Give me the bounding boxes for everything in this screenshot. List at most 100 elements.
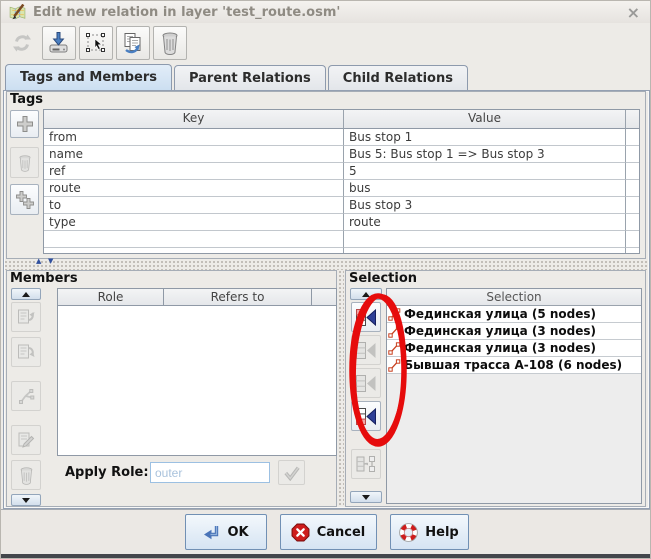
refresh-button[interactable] [5, 26, 39, 60]
paste-tags-icon [15, 190, 35, 210]
selection-scroll-down-button[interactable] [350, 491, 382, 503]
move-member-up-button[interactable] [11, 302, 41, 332]
tag-value[interactable]: Bus stop 3 [344, 197, 626, 214]
apply-role-confirm-button[interactable] [278, 460, 305, 485]
tag-row: routebus [44, 180, 639, 197]
members-scroll-up-button[interactable] [11, 288, 41, 300]
selection-list-item[interactable]: Фединская улица (5 nodes) [387, 306, 641, 323]
tag-value[interactable]: bus [344, 180, 626, 197]
tag-key[interactable]: to [44, 197, 344, 214]
add-selected-before-button[interactable] [351, 335, 381, 365]
help-button[interactable]: Help [390, 514, 469, 550]
close-icon[interactable]: × [623, 3, 644, 22]
tab-bar: Tags and Members Parent Relations Child … [5, 64, 470, 90]
tag-value-empty[interactable] [344, 248, 626, 254]
paste-tags-button[interactable] [10, 184, 39, 215]
remove-member-button[interactable] [11, 460, 41, 490]
horizontal-splitter[interactable]: ▲ ▼ [4, 260, 649, 270]
tab-label: Child Relations [343, 71, 453, 86]
members-table: Role Refers to [57, 288, 337, 456]
dialog-toolbar [1, 23, 651, 63]
refresh-icon [11, 32, 33, 54]
selection-list-item[interactable]: Фединская улица (3 nodes) [387, 323, 641, 340]
selection-list-item[interactable]: Фединская улица (3 nodes) [387, 340, 641, 357]
titlebar: Edit new relation in layer 'test_route.o… [1, 1, 651, 23]
edit-member-icon [16, 430, 36, 450]
add-tag-button[interactable] [10, 110, 39, 138]
footer-button-bar: OK Cancel Help [1, 509, 651, 554]
add-selected-after-button[interactable] [351, 368, 381, 398]
way-icon [388, 308, 401, 321]
link-member-icon [16, 386, 36, 406]
refers-to-column-header: Refers to [163, 288, 311, 306]
select-members-in-map-button[interactable] [79, 26, 113, 60]
tag-value[interactable]: 5 [344, 163, 626, 180]
apply-role-label: Apply Role: [65, 465, 149, 480]
tag-key-empty[interactable] [44, 248, 344, 254]
josm-logo-icon [9, 4, 26, 21]
add-selected-at-start-button[interactable] [351, 302, 381, 332]
tag-key[interactable]: type [44, 214, 344, 231]
check-icon [283, 465, 301, 481]
tag-key[interactable]: from [44, 129, 344, 146]
add-selected-at-end-button[interactable] [351, 401, 381, 431]
scroll-down-icon [22, 498, 30, 503]
add-tag-icon [16, 115, 34, 133]
cancel-button-label: Cancel [317, 525, 366, 540]
scroll-down-icon [362, 495, 370, 500]
selection-list-item[interactable]: Бывшая трасса А-108 (6 nodes) [387, 357, 641, 374]
selection-panel-title: Selection [349, 271, 417, 286]
return-arrow-icon [202, 524, 220, 541]
tag-value[interactable]: Bus stop 1 [344, 129, 626, 146]
tag-key-empty[interactable] [44, 231, 344, 248]
splitter-collapse-up-icon[interactable]: ▲ [36, 257, 41, 265]
edit-member-button[interactable] [11, 425, 41, 455]
tag-row: toBus stop 3 [44, 197, 639, 214]
tag-row-empty [44, 231, 639, 248]
tags-table-header: Key Value [44, 110, 639, 129]
delete-relation-icon [159, 31, 181, 55]
tab-child-relations[interactable]: Child Relations [328, 65, 468, 90]
delete-tag-icon [17, 154, 33, 172]
tag-value-empty[interactable] [344, 231, 626, 248]
delete-tag-button[interactable] [10, 147, 39, 178]
move-member-down-button[interactable] [11, 337, 41, 367]
members-scroll-down-button[interactable] [11, 494, 41, 506]
link-member-button[interactable] [11, 381, 41, 411]
delete-relation-button[interactable] [153, 26, 187, 60]
duplicate-relation-button[interactable] [116, 26, 150, 60]
add-selected-after-icon [355, 374, 377, 393]
ok-button[interactable]: OK [185, 514, 267, 550]
tab-parent-relations[interactable]: Parent Relations [174, 65, 326, 90]
cancel-button[interactable]: Cancel [280, 514, 377, 550]
spacer-cell [626, 180, 639, 197]
selection-scroll-up-button[interactable] [350, 288, 382, 300]
members-table-body[interactable] [57, 306, 337, 456]
spacer-cell [626, 146, 639, 163]
vertical-splitter[interactable] [338, 270, 344, 507]
select-members-from-selection-button[interactable] [351, 449, 381, 479]
select-members-in-map-icon [84, 31, 108, 55]
tag-key[interactable]: name [44, 146, 344, 163]
splitter-collapse-down-icon[interactable]: ▼ [48, 257, 53, 265]
tag-value[interactable]: route [344, 214, 626, 231]
trash-icon [18, 466, 35, 485]
tag-key[interactable]: ref [44, 163, 344, 180]
apply-to-dataset-button[interactable] [42, 26, 76, 60]
selection-list: Selection Фединская улица (5 nodes) Феди… [386, 288, 642, 504]
tab-tags-and-members[interactable]: Tags and Members [5, 64, 172, 90]
tag-row-empty [44, 248, 639, 254]
ok-button-label: OK [227, 525, 248, 540]
tag-key[interactable]: route [44, 180, 344, 197]
window-bottom-edge [1, 554, 651, 559]
apply-to-dataset-icon [47, 31, 71, 55]
relation-editor-dialog: Edit new relation in layer 'test_route.o… [0, 0, 651, 559]
selection-link-icon [355, 454, 377, 474]
tags-table: Key Value fromBus stop 1 nameBus 5: Bus … [43, 109, 640, 254]
apply-role-input[interactable] [150, 462, 270, 483]
tag-value[interactable]: Bus 5: Bus stop 1 => Bus stop 3 [344, 146, 626, 163]
way-icon [388, 342, 401, 355]
tag-row: ref5 [44, 163, 639, 180]
role-column-header: Role [57, 288, 163, 306]
add-selected-before-icon [355, 341, 377, 360]
